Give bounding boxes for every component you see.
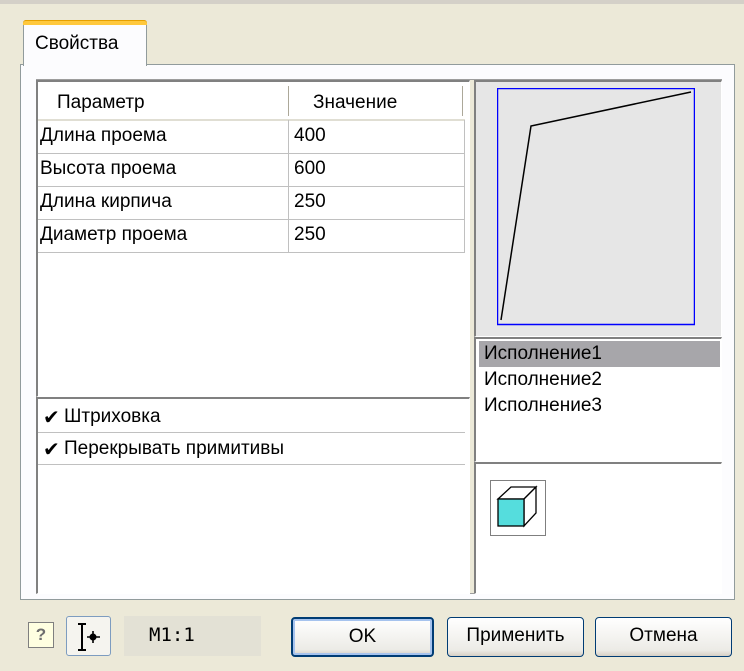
value-cell[interactable]: 400 bbox=[294, 125, 326, 147]
column-header-value[interactable]: Значение bbox=[313, 92, 397, 114]
scale-label: М1:1 bbox=[149, 624, 195, 646]
preview-profile-line bbox=[500, 91, 692, 321]
param-cell: Высота проема bbox=[40, 158, 177, 179]
help-button[interactable]: ? bbox=[28, 622, 54, 648]
list-item[interactable]: Исполнение2 bbox=[479, 367, 720, 393]
view-icon-area bbox=[474, 462, 722, 594]
grid-header: Параметр Значение bbox=[38, 82, 468, 121]
snap-cursor-button[interactable] bbox=[66, 616, 111, 656]
list-item[interactable]: Исполнение3 bbox=[479, 393, 720, 419]
checkbox-label: Перекрывать примитивы bbox=[64, 438, 285, 459]
hatching-checkbox-row[interactable]: ✔ Штриховка bbox=[38, 402, 465, 433]
header-divider bbox=[288, 86, 289, 116]
preview-drawing bbox=[497, 88, 695, 326]
cube-icon bbox=[490, 480, 546, 536]
value-cell[interactable]: 600 bbox=[294, 158, 326, 180]
param-cell: Диаметр проема bbox=[40, 224, 188, 245]
ok-button[interactable]: OK bbox=[291, 617, 434, 657]
table-row[interactable]: Диаметр проема 250 bbox=[38, 220, 465, 253]
table-row[interactable]: Длина кирпича 250 bbox=[38, 187, 465, 220]
checkmark-icon[interactable]: ✔ bbox=[43, 405, 60, 430]
overlap-primitives-checkbox-row[interactable]: ✔ Перекрывать примитивы bbox=[38, 434, 465, 465]
variants-list[interactable]: Исполнение1 Исполнение2 Исполнение3 bbox=[474, 337, 722, 462]
list-item[interactable]: Исполнение1 bbox=[479, 341, 720, 367]
value-cell[interactable]: 250 bbox=[294, 224, 326, 246]
3d-view-button[interactable] bbox=[490, 480, 546, 536]
cancel-button[interactable]: Отмена bbox=[595, 617, 732, 657]
shape-preview bbox=[474, 80, 722, 337]
checkbox-label: Штриховка bbox=[64, 406, 161, 427]
top-strip bbox=[0, 0, 744, 4]
tab-properties-label: Свойства bbox=[35, 33, 119, 54]
column-divider bbox=[464, 120, 465, 253]
param-cell: Длина проема bbox=[40, 125, 167, 146]
cursor-snap-icon bbox=[78, 623, 100, 651]
header-divider bbox=[462, 86, 463, 116]
column-divider bbox=[288, 120, 289, 253]
preview-frame bbox=[497, 88, 695, 326]
value-cell[interactable]: 250 bbox=[294, 191, 326, 213]
table-row[interactable]: Длина проема 400 bbox=[38, 121, 465, 154]
apply-button[interactable]: Применить bbox=[447, 617, 584, 657]
help-icon: ? bbox=[35, 625, 47, 644]
table-row[interactable]: Высота проема 600 bbox=[38, 154, 465, 187]
checkmark-icon[interactable]: ✔ bbox=[43, 437, 60, 462]
tab-properties[interactable]: Свойства bbox=[23, 20, 147, 66]
parameter-grid[interactable]: Параметр Значение Длина проема 400 Высот… bbox=[36, 80, 470, 397]
options-list: ✔ Штриховка ✔ Перекрывать примитивы bbox=[36, 397, 470, 594]
column-header-param[interactable]: Параметр bbox=[57, 92, 145, 114]
param-cell: Длина кирпича bbox=[40, 191, 172, 212]
